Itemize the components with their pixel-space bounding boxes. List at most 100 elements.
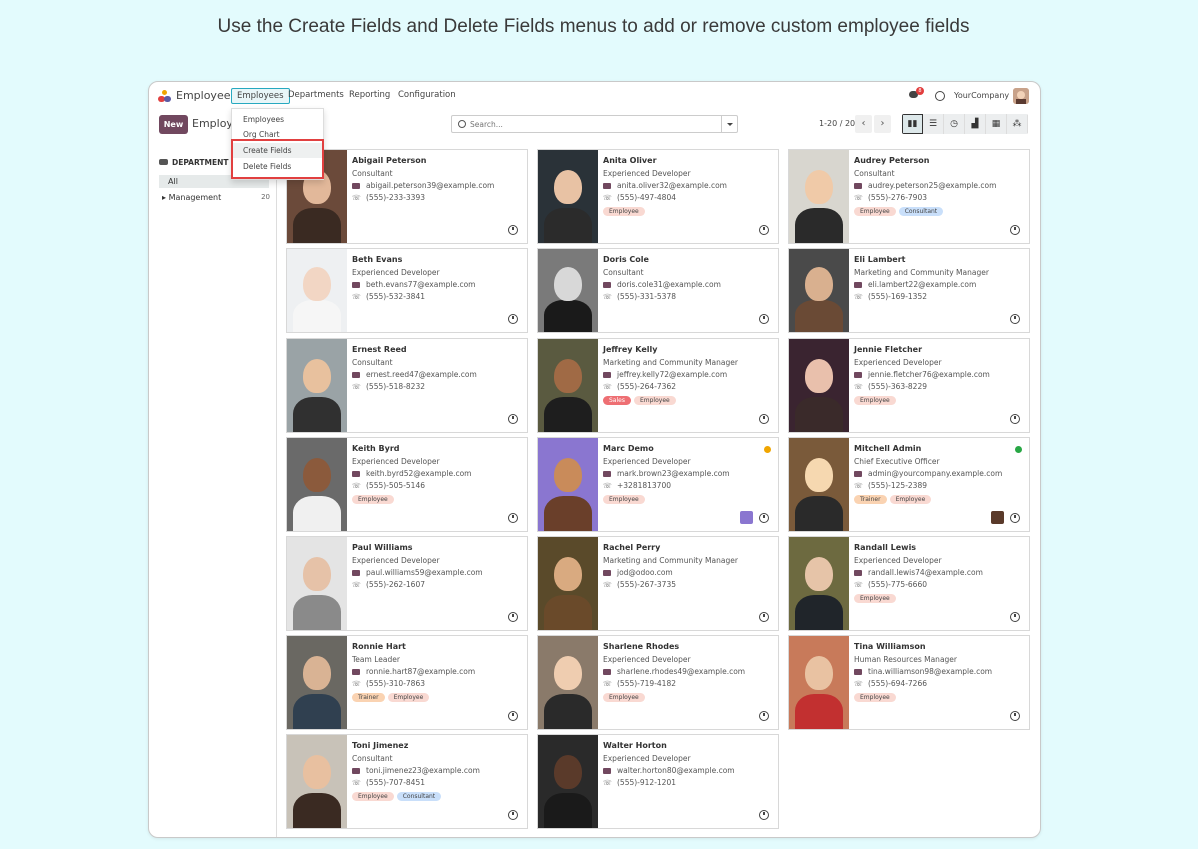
employee-card[interactable]: Rachel Perry Marketing and Community Man… [537,536,779,631]
employee-card[interactable]: Toni Jimenez Consultant toni.jimenez23@e… [286,734,528,829]
employee-email-text: toni.jimenez23@example.com [366,766,480,775]
phone-icon: ☏ [603,383,612,391]
new-button[interactable]: New [159,115,188,134]
phone-icon: ☏ [352,383,361,391]
phone-icon: ☏ [603,779,612,787]
pager-prev-icon[interactable]: ‹ [855,115,872,133]
activity-clock-icon[interactable] [759,612,769,622]
search-bar[interactable] [451,115,738,133]
employee-name: Anita Oliver [603,156,657,165]
employee-name: Toni Jimenez [352,741,409,750]
activity-clock-icon[interactable] [759,314,769,324]
search-input[interactable] [470,118,710,130]
employee-card[interactable]: Paul Williams Experienced Developer paul… [286,536,528,631]
employee-email-text: jod@odoo.com [617,568,673,577]
activity-clock-icon[interactable] [759,513,769,523]
employee-job-title: Experienced Developer [352,268,440,277]
activity-clock-icon[interactable] [508,810,518,820]
employee-card[interactable]: Beth Evans Experienced Developer beth.ev… [286,248,528,333]
employee-card[interactable]: Marc Demo Experienced Developer mark.bro… [537,437,779,532]
activity-clock-icon[interactable] [759,810,769,820]
phone-icon: ☏ [603,482,612,490]
activity-clock-icon[interactable] [759,414,769,424]
employee-phone-text: (555)-267-3735 [617,580,676,589]
employee-card[interactable]: Ernest Reed Consultant ernest.reed47@exa… [286,338,528,433]
user-mini-avatar [740,511,753,524]
employee-email: keith.byrd52@example.com [352,469,472,478]
caret-right-icon[interactable]: ▸ [162,193,166,202]
activity-clock-icon[interactable] [508,314,518,324]
employee-card[interactable]: Audrey Peterson Consultant audrey.peters… [788,149,1030,244]
employee-tags: Employee [352,495,394,504]
activity-clock-icon[interactable] [1010,314,1020,324]
hierarchy-view-icon[interactable]: ⁂ [1007,114,1028,134]
employee-card[interactable]: Doris Cole Consultant doris.cole31@examp… [537,248,779,333]
menu-departments[interactable]: Departments [283,88,349,102]
dropdown-item-employees[interactable]: Employees [232,112,323,127]
employee-card[interactable]: Jennie Fletcher Experienced Developer je… [788,338,1030,433]
user-avatar[interactable] [1013,88,1029,104]
activity-clock-icon[interactable] [508,414,518,424]
employee-email: paul.williams59@example.com [352,568,483,577]
employee-card[interactable]: Keith Byrd Experienced Developer keith.b… [286,437,528,532]
employee-name: Walter Horton [603,741,667,750]
menu-reporting[interactable]: Reporting [344,88,395,102]
employee-photo [538,249,598,332]
search-options-toggle-icon[interactable] [721,116,737,132]
employee-card[interactable]: Randall Lewis Experienced Developer rand… [788,536,1030,631]
envelope-icon [854,183,862,189]
envelope-icon [603,471,611,477]
phone-icon: ☏ [854,482,863,490]
pager-value[interactable]: 1-20 / 20 [819,119,855,128]
tag-badge: Trainer [854,495,887,504]
activity-clock-icon[interactable] [508,513,518,523]
app-logo-icon[interactable] [158,90,171,103]
employee-phone-text: (555)-912-1201 [617,778,676,787]
envelope-icon [854,669,862,675]
employee-card[interactable]: Anita Oliver Experienced Developer anita… [537,149,779,244]
app-name[interactable]: Employees [176,89,236,102]
employee-card[interactable]: Ronnie Hart Team Leader ronnie.hart87@ex… [286,635,528,730]
activity-clock-icon[interactable] [1010,612,1020,622]
employee-phone-text: (555)-331-5378 [617,292,676,301]
activity-clock-icon[interactable] [759,711,769,721]
activity-clock-icon[interactable] [508,225,518,235]
employee-name: Sharlene Rhodes [603,642,680,651]
kanban-view-icon[interactable]: ▮▮ [902,114,923,134]
company-switcher[interactable]: YourCompany [954,91,1009,100]
activity-clock-icon[interactable] [935,91,945,101]
user-mini-avatar [991,511,1004,524]
envelope-icon [854,570,862,576]
app-window: Employees Employees Departments Reportin… [148,81,1041,838]
employee-card[interactable]: Eli Lambert Marketing and Community Mana… [788,248,1030,333]
menu-configuration[interactable]: Configuration [393,88,461,102]
envelope-icon [352,372,360,378]
activity-clock-icon[interactable] [1010,513,1020,523]
employee-card[interactable]: Mitchell Admin Chief Executive Officer a… [788,437,1030,532]
employee-job-title: Marketing and Community Manager [603,358,738,367]
employee-phone: ☏ (555)-719-4182 [603,679,676,688]
sidebar-item-management[interactable]: ▸ Management 20 [162,193,270,202]
activity-clock-icon[interactable] [508,612,518,622]
pager-next-icon[interactable]: › [874,115,891,133]
activity-clock-icon[interactable] [759,225,769,235]
pivot-view-icon[interactable]: ▦ [986,114,1007,134]
employee-card[interactable]: Walter Horton Experienced Developer walt… [537,734,779,829]
employee-email: mark.brown23@example.com [603,469,730,478]
employee-tags: Employee [603,207,645,216]
employee-name: Audrey Peterson [854,156,930,165]
activity-clock-icon[interactable] [508,711,518,721]
activity-clock-icon[interactable] [1010,225,1020,235]
activity-view-icon[interactable]: ◷ [944,114,965,134]
employee-card[interactable]: Sharlene Rhodes Experienced Developer sh… [537,635,779,730]
menu-employees[interactable]: Employees [231,88,290,104]
activity-clock-icon[interactable] [1010,414,1020,424]
activity-clock-icon[interactable] [1010,711,1020,721]
employee-email: walter.horton80@example.com [603,766,735,775]
employee-card[interactable]: Jeffrey Kelly Marketing and Community Ma… [537,338,779,433]
employee-photo [287,636,347,729]
employee-card[interactable]: Tina Williamson Human Resources Manager … [788,635,1030,730]
employee-job-title: Chief Executive Officer [854,457,940,466]
graph-view-icon[interactable]: ▟ [965,114,986,134]
list-view-icon[interactable]: ☰ [923,114,944,134]
